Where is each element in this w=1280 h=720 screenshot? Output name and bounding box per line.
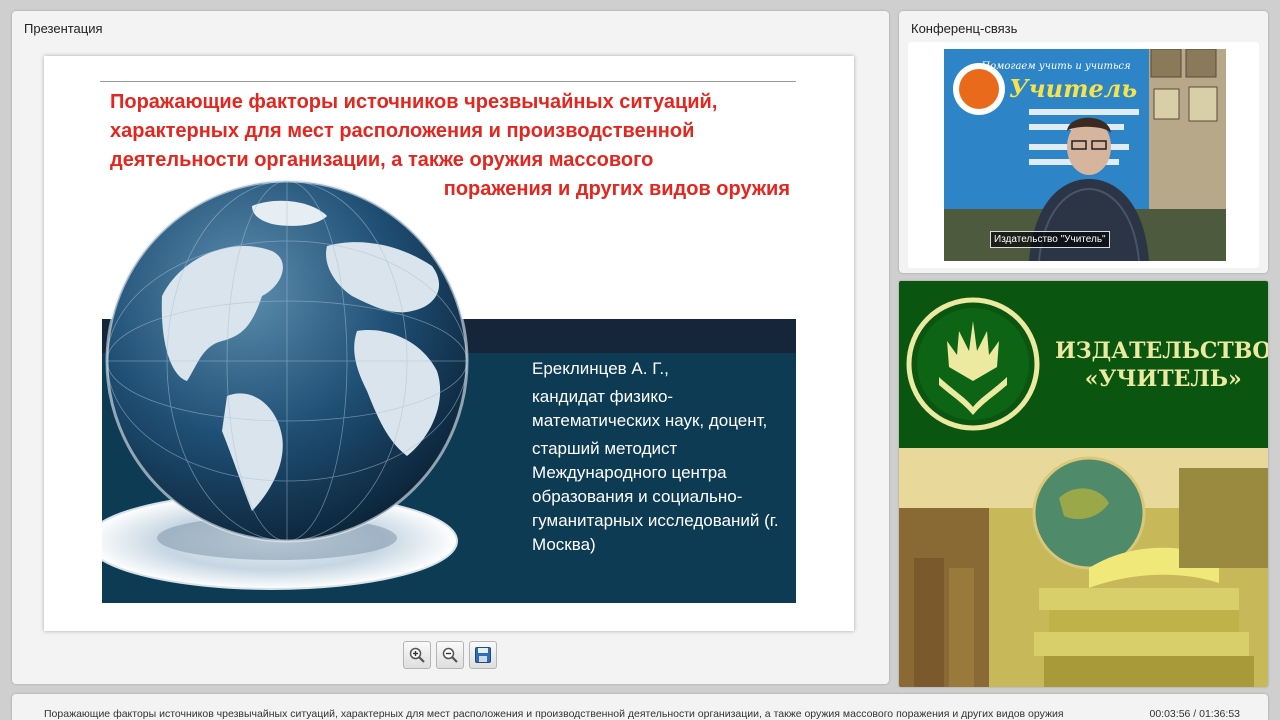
globe-illustration <box>86 166 502 606</box>
save-button[interactable] <box>469 641 497 669</box>
zoom-in-icon <box>409 647 425 663</box>
author-position: старший методист Международного центра о… <box>532 439 779 554</box>
conference-panel: Конференц-связь Помогаем учить и учиться… <box>899 11 1268 273</box>
brand-name-line-2: «УЧИТЕЛЬ» <box>1084 366 1242 392</box>
video-caption: Издательство "Учитель" <box>990 231 1110 248</box>
status-title: Поражающие факторы источников чрезвычайн… <box>44 708 1064 720</box>
conference-panel-title: Конференц-связь <box>911 21 1018 36</box>
zoom-out-icon <box>442 647 458 663</box>
playback-time: 00:03:56 / 01:36:53 <box>1149 708 1241 720</box>
slide-divider <box>100 81 796 82</box>
presentation-slide: Поражающие факторы источников чрезвычайн… <box>44 56 854 631</box>
video-container: Помогаем учить и учиться Учитель Издател… <box>908 42 1259 268</box>
brand-name: ИЗДАТЕЛЬСТВО «УЧИТЕЛЬ» <box>1055 337 1268 393</box>
slide-title-line-2: характерных для мест расположения и прои… <box>110 120 695 142</box>
zoom-in-button[interactable] <box>403 641 431 669</box>
conference-video[interactable]: Помогаем учить и учиться Учитель <box>944 49 1226 261</box>
slide-title-line-1: Поражающие факторы источников чрезвычайн… <box>110 91 718 113</box>
brand-panel: ИЗДАТЕЛЬСТВО «УЧИТЕЛЬ» <box>899 281 1268 687</box>
status-bar: Поражающие факторы источников чрезвычайн… <box>12 694 1268 720</box>
zoom-out-button[interactable] <box>436 641 464 669</box>
save-icon <box>475 647 491 663</box>
slide-author-info: Ереклинцев А. Г., кандидат физико-матема… <box>532 357 792 561</box>
author-degree: кандидат физико-математических наук, доц… <box>532 387 768 430</box>
brand-name-line-1: ИЗДАТЕЛЬСТВО <box>1055 338 1268 364</box>
brand-image-books <box>899 448 1268 687</box>
video-banner-brand: Учитель <box>1009 74 1137 103</box>
presentation-panel: Презентация Поражающие факторы источнико… <box>12 11 889 684</box>
author-name: Ереклинцев А. Г., <box>532 359 669 378</box>
video-banner-text: Помогаем учить и учиться <box>980 61 1130 72</box>
slide-title-line-3: деятельности организации, а также оружия… <box>110 149 654 171</box>
slide-title-line-4: поражения и других видов оружия <box>443 178 790 200</box>
brand-logo <box>906 297 1040 431</box>
presentation-panel-title: Презентация <box>24 21 103 36</box>
brand-header: ИЗДАТЕЛЬСТВО «УЧИТЕЛЬ» <box>899 281 1268 448</box>
slide-title: Поражающие факторы источников чрезвычайн… <box>110 88 790 204</box>
